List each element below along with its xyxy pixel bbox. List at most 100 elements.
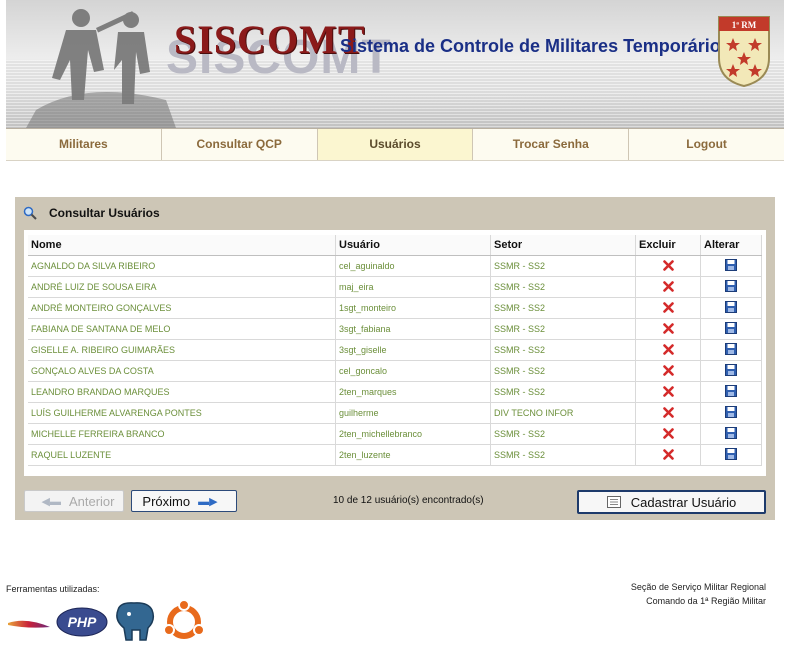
tab-trocar-senha[interactable]: Trocar Senha: [472, 129, 629, 160]
edit-floppy-icon[interactable]: [725, 343, 737, 355]
org-line-2: Comando da 1ª Região Militar: [646, 596, 766, 606]
delete-icon[interactable]: [662, 385, 674, 397]
postgresql-elephant-icon: [116, 602, 155, 641]
consultar-usuarios-panel: Consultar Usuários Nome Usuário Setor Ex…: [15, 197, 775, 520]
cell-excluir: [635, 339, 701, 361]
cell-usuario: 2ten_michellebranco: [335, 423, 491, 445]
cell-nome: RAQUEL LUZENTE: [28, 444, 336, 466]
region-crest-icon: 1ª RM: [718, 16, 770, 88]
cell-setor: SSMR - SS2: [490, 339, 636, 361]
table-row: RAQUEL LUZENTE 2ten_luzente SSMR - SS2: [28, 444, 762, 466]
cell-excluir: [635, 255, 701, 277]
cell-alterar: [700, 297, 762, 319]
tab-logout[interactable]: Logout: [628, 129, 784, 160]
cell-alterar: [700, 423, 762, 445]
anterior-button[interactable]: ◀▬ Anterior: [24, 490, 124, 512]
cell-excluir: [635, 402, 701, 424]
edit-floppy-icon[interactable]: [725, 322, 737, 334]
cell-usuario: guilherme: [335, 402, 491, 424]
cell-nome: ANDRÉ MONTEIRO GONÇALVES: [28, 297, 336, 319]
cell-nome: MICHELLE FERREIRA BRANCO: [28, 423, 336, 445]
cadastrar-usuario-label: Cadastrar Usuário: [630, 494, 737, 510]
table-row: LEANDRO BRANDAO MARQUES 2ten_marques SSMR …: [28, 381, 762, 403]
tab-militares[interactable]: Militares: [6, 129, 161, 160]
cell-alterar: [700, 318, 762, 340]
cell-usuario: 2ten_luzente: [335, 444, 491, 466]
delete-icon[interactable]: [662, 322, 674, 334]
cell-nome: FABIANA DE SANTANA DE MELO: [28, 318, 336, 340]
cell-excluir: [635, 297, 701, 319]
crest-label: 1ª RM: [732, 20, 757, 30]
cell-setor: DIV TECNO INFOR: [490, 402, 636, 424]
cell-alterar: [700, 381, 762, 403]
edit-floppy-icon[interactable]: [725, 280, 737, 292]
form-icon: [606, 496, 621, 508]
panel-header: Consultar Usuários: [23, 203, 160, 223]
table-row: GISELLE A. RIBEIRO GUIMARÃES 3sgt_giselle…: [28, 339, 762, 361]
arrow-left-icon: ◀▬: [41, 495, 61, 508]
cell-usuario: 2ten_marques: [335, 381, 491, 403]
delete-icon[interactable]: [662, 427, 674, 439]
column-header-excluir: Excluir: [635, 235, 701, 256]
cell-setor: SSMR - SS2: [490, 297, 636, 319]
delete-icon[interactable]: [662, 259, 674, 271]
cell-setor: SSMR - SS2: [490, 423, 636, 445]
delete-icon[interactable]: [662, 343, 674, 355]
cell-nome: GONÇALO ALVES DA COSTA: [28, 360, 336, 382]
org-info: Seção de Serviço Militar Regional Comand…: [631, 580, 766, 608]
results-count: 10 de 12 usuário(s) encontrado(s): [333, 495, 484, 506]
cell-usuario: cel_goncalo: [335, 360, 491, 382]
table-header-row: Nome Usuário Setor Excluir Alterar: [28, 235, 762, 256]
table-row: AGNALDO DA SILVA RIBEIRO cel_aguinaldo SSM…: [28, 255, 762, 277]
tools-logos: PHP: [6, 600, 206, 644]
magnifier-icon: [23, 206, 37, 220]
table-row: ANDRÉ MONTEIRO GONÇALVES 1sgt_monteiro SSM…: [28, 297, 762, 319]
delete-icon[interactable]: [662, 406, 674, 418]
cell-usuario: 3sgt_fabiana: [335, 318, 491, 340]
cell-nome: ANDRÉ LUIZ DE SOUSA EIRA: [28, 276, 336, 298]
tools-label: Ferramentas utilizadas:: [6, 584, 100, 594]
edit-floppy-icon[interactable]: [725, 301, 737, 313]
tab-consultar-qcp[interactable]: Consultar QCP: [160, 129, 317, 160]
delete-icon[interactable]: [662, 448, 674, 460]
cell-nome: LEANDRO BRANDAO MARQUES: [28, 381, 336, 403]
column-header-usuario[interactable]: Usuário: [335, 235, 491, 256]
proximo-button[interactable]: Próximo ▬▶: [131, 490, 237, 512]
cell-setor: SSMR - SS2: [490, 360, 636, 382]
table-row: FABIANA DE SANTANA DE MELO 3sgt_fabiana SS…: [28, 318, 762, 340]
edit-floppy-icon[interactable]: [725, 364, 737, 376]
header-banner: SISCOMT SISCOMT Sistema de Controle de M…: [6, 0, 784, 128]
cell-alterar: [700, 255, 762, 277]
delete-icon[interactable]: [662, 364, 674, 376]
cell-nome: LUÍS GUILHERME ALVARENGA PONTES: [28, 402, 336, 424]
edit-floppy-icon[interactable]: [725, 427, 737, 439]
cell-setor: SSMR - SS2: [490, 255, 636, 277]
cell-excluir: [635, 318, 701, 340]
delete-icon[interactable]: [662, 280, 674, 292]
cadastrar-usuario-button[interactable]: Cadastrar Usuário: [577, 490, 766, 514]
tab-usuarios[interactable]: Usuários: [316, 129, 473, 160]
edit-floppy-icon[interactable]: [725, 385, 737, 397]
panel-title: Consultar Usuários: [49, 206, 160, 220]
cell-alterar: [700, 360, 762, 382]
table-row: LUÍS GUILHERME ALVARENGA PONTES guilherme…: [28, 402, 762, 424]
column-header-nome[interactable]: Nome: [28, 235, 336, 256]
cell-nome: AGNALDO DA SILVA RIBEIRO: [28, 255, 336, 277]
ubuntu-logo-icon: [163, 600, 205, 639]
cell-setor: SSMR - SS2: [490, 381, 636, 403]
edit-floppy-icon[interactable]: [725, 259, 737, 271]
delete-icon[interactable]: [662, 301, 674, 313]
cell-alterar: [700, 276, 762, 298]
cell-excluir: [635, 360, 701, 382]
edit-floppy-icon[interactable]: [725, 406, 737, 418]
cell-alterar: [700, 402, 762, 424]
cell-setor: SSMR - SS2: [490, 318, 636, 340]
column-header-setor[interactable]: Setor: [490, 235, 636, 256]
cell-usuario: 3sgt_giselle: [335, 339, 491, 361]
cell-excluir: [635, 423, 701, 445]
org-line-1: Seção de Serviço Militar Regional: [630, 582, 766, 592]
table-row: MICHELLE FERREIRA BRANCO 2ten_michellebra…: [28, 423, 762, 445]
cell-excluir: [635, 444, 701, 466]
php-logo-text: PHP: [68, 614, 97, 630]
edit-floppy-icon[interactable]: [725, 448, 737, 460]
